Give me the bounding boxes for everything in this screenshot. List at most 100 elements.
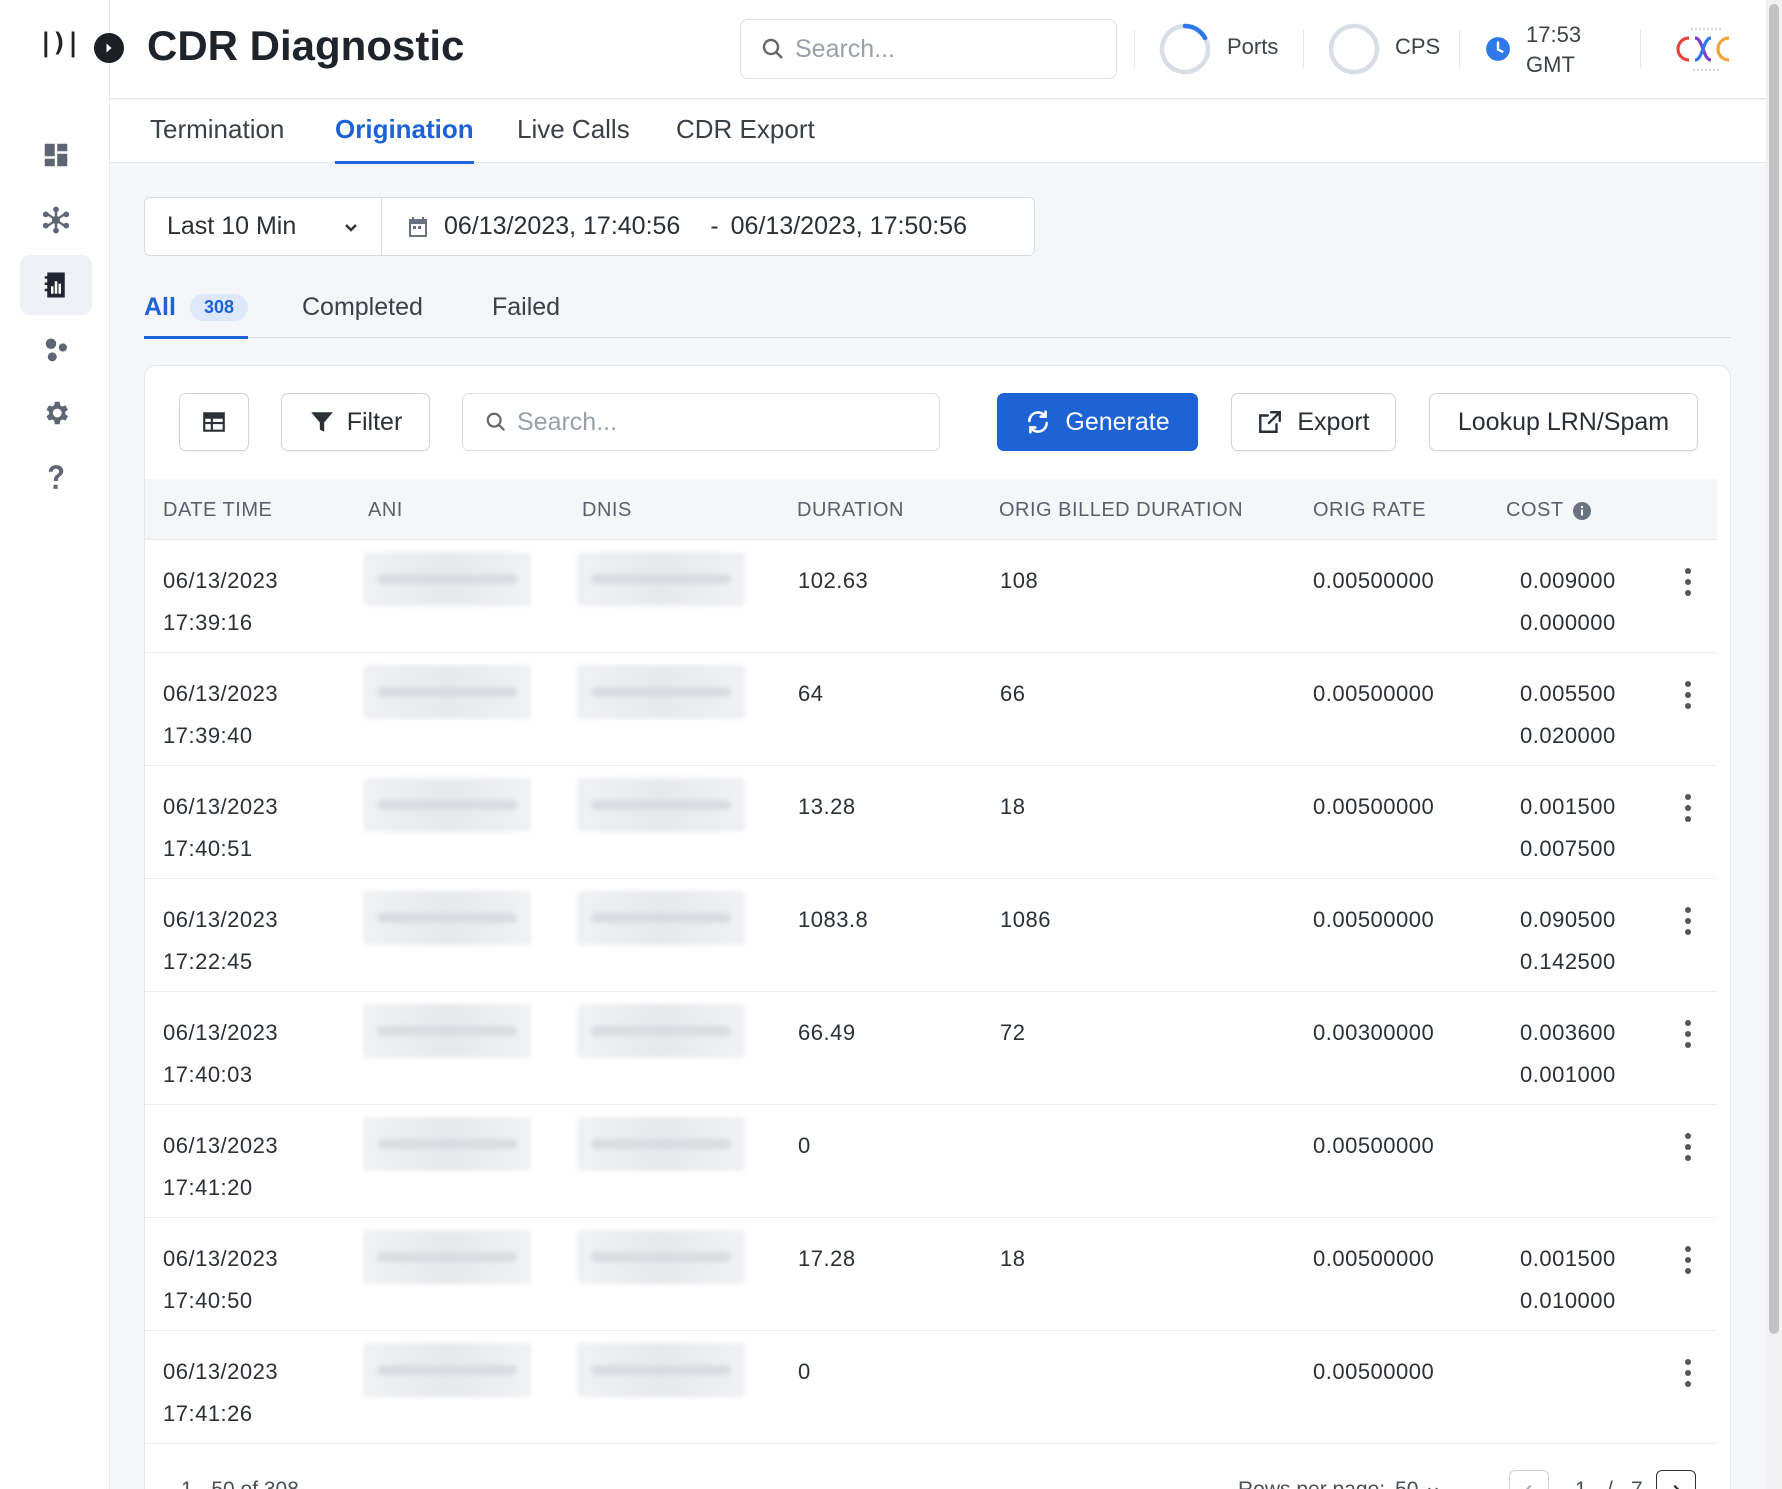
rate-cell: 0.00500000 bbox=[1313, 794, 1435, 819]
cost-cell: 0.090500 0.142500 bbox=[1520, 899, 1616, 983]
col-ani[interactable]: ANI bbox=[368, 499, 403, 522]
tab-live-calls[interactable]: Live Calls bbox=[517, 114, 630, 161]
duration-cell: 13.28 bbox=[798, 794, 856, 819]
date-value: 06/13/2023 bbox=[163, 1020, 279, 1045]
row-actions-button[interactable] bbox=[1673, 1353, 1703, 1393]
tab-origination[interactable]: Origination bbox=[335, 114, 474, 164]
table-search-input[interactable] bbox=[517, 407, 917, 437]
col-cost[interactable]: COST bbox=[1506, 499, 1592, 522]
duration-cell: 66.49 bbox=[798, 1020, 856, 1045]
col-cost-label: COST bbox=[1506, 499, 1564, 521]
col-orig-rate[interactable]: ORIG RATE bbox=[1313, 499, 1426, 522]
rate-cell: 0.00500000 bbox=[1313, 1246, 1435, 1271]
range-preset-select[interactable]: Last 10 Min bbox=[145, 198, 382, 255]
settings-icon[interactable] bbox=[20, 383, 92, 443]
date-value: 06/13/2023 bbox=[163, 907, 279, 932]
ports-label: Ports bbox=[1227, 34, 1279, 59]
cost-value: 0.003600 bbox=[1520, 1020, 1616, 1045]
date-value: 06/13/2023 bbox=[163, 1359, 279, 1384]
range-dates[interactable]: 06/13/2023, 17:40:56 - 06/13/2023, 17:50… bbox=[382, 212, 967, 241]
cps-label: CPS bbox=[1395, 34, 1441, 59]
table-icon bbox=[203, 412, 225, 432]
table-row[interactable]: 06/13/2023 17:41:20 0 0.00500000 bbox=[145, 1105, 1717, 1218]
table-row[interactable]: 06/13/2023 17:40:50 17.28 18 0.00500000 0… bbox=[145, 1218, 1717, 1331]
rate-cell: 0.00500000 bbox=[1313, 1133, 1435, 1158]
col-duration[interactable]: DURATION bbox=[797, 499, 904, 522]
tab-cdr-export[interactable]: CDR Export bbox=[676, 114, 815, 161]
date-time-cell: 06/13/2023 17:22:45 bbox=[163, 899, 278, 983]
help-icon[interactable] bbox=[20, 447, 92, 507]
network-icon[interactable] bbox=[20, 190, 92, 250]
cps-gauge-icon bbox=[1328, 23, 1380, 75]
time-value: 17:22:45 bbox=[163, 949, 253, 974]
table-row[interactable]: 06/13/2023 17:41:26 0 0.00500000 bbox=[145, 1331, 1717, 1444]
rows-per-page-label: Rows per page: bbox=[1238, 1478, 1385, 1489]
row-actions-button[interactable] bbox=[1673, 901, 1703, 941]
duration-cell: 1083.8 bbox=[798, 907, 869, 932]
external-link-icon bbox=[1259, 411, 1282, 433]
brand-logo[interactable]: |)| bbox=[38, 28, 81, 58]
row-actions-button[interactable] bbox=[1673, 1127, 1703, 1167]
row-actions-button[interactable] bbox=[1673, 562, 1703, 602]
table-row[interactable]: 06/13/2023 17:39:40 64 66 0.00500000 0.00… bbox=[145, 653, 1717, 766]
range-end: 06/13/2023, 17:50:56 bbox=[730, 212, 967, 240]
tab-all[interactable]: All 308 bbox=[144, 293, 248, 339]
reports-icon[interactable] bbox=[20, 255, 92, 315]
col-orig-billed-duration[interactable]: ORIG BILLED DURATION bbox=[999, 499, 1243, 522]
row-actions-button[interactable] bbox=[1673, 675, 1703, 715]
chevron-left-icon bbox=[1525, 1484, 1532, 1489]
total-pages: 7 bbox=[1631, 1478, 1643, 1489]
refresh-icon bbox=[1028, 410, 1049, 434]
scrollbar-thumb[interactable] bbox=[1769, 4, 1779, 1334]
col-date-time[interactable]: DATE TIME bbox=[163, 499, 272, 522]
table-row[interactable]: 06/13/2023 17:22:45 1083.8 1086 0.0050000… bbox=[145, 879, 1717, 992]
cost-secondary-value: 0.142500 bbox=[1520, 949, 1616, 974]
cost-value: 0.009000 bbox=[1520, 568, 1616, 593]
filter-button[interactable]: Filter bbox=[281, 393, 430, 451]
duration-cell: 0 bbox=[798, 1133, 811, 1158]
more-vertical-icon bbox=[1685, 1020, 1691, 1048]
org-logo[interactable] bbox=[1675, 24, 1737, 74]
tab-termination[interactable]: Termination bbox=[150, 114, 284, 161]
ani-redacted bbox=[363, 778, 531, 832]
global-search[interactable] bbox=[740, 19, 1117, 79]
row-actions-button[interactable] bbox=[1673, 788, 1703, 828]
prev-page-button[interactable] bbox=[1509, 1470, 1549, 1489]
clusters-icon[interactable] bbox=[20, 320, 92, 380]
table-row[interactable]: 06/13/2023 17:40:03 66.49 72 0.00300000 0… bbox=[145, 992, 1717, 1105]
cost-value: 0.005500 bbox=[1520, 681, 1616, 706]
rows-per-page-select[interactable]: Rows per page: 50 bbox=[1238, 1478, 1440, 1489]
row-actions-button[interactable] bbox=[1673, 1240, 1703, 1280]
table-search[interactable] bbox=[462, 393, 940, 451]
dnis-redacted bbox=[577, 891, 745, 945]
sidebar: |)| bbox=[0, 0, 110, 1489]
global-search-input[interactable] bbox=[795, 34, 1095, 64]
table-row[interactable]: 06/13/2023 17:39:16 102.63 108 0.00500000… bbox=[145, 540, 1717, 653]
tab-completed[interactable]: Completed bbox=[302, 293, 423, 336]
info-icon[interactable] bbox=[1572, 501, 1592, 521]
current-page: 1 bbox=[1575, 1478, 1587, 1489]
dnis-redacted bbox=[577, 1117, 745, 1171]
next-page-button[interactable] bbox=[1656, 1470, 1696, 1489]
dnis-redacted bbox=[577, 1004, 745, 1058]
column-settings-button[interactable] bbox=[179, 393, 249, 451]
col-dnis[interactable]: DNIS bbox=[582, 499, 632, 522]
collapse-sidebar-button[interactable] bbox=[94, 33, 124, 63]
cost-secondary-value: 0.007500 bbox=[1520, 836, 1616, 861]
row-actions-button[interactable] bbox=[1673, 1014, 1703, 1054]
divider bbox=[1134, 30, 1135, 68]
more-vertical-icon bbox=[1685, 1359, 1691, 1387]
lookup-lrn-spam-button[interactable]: Lookup LRN/Spam bbox=[1429, 393, 1698, 451]
generate-button[interactable]: Generate bbox=[997, 393, 1198, 451]
page-scrollbar[interactable] bbox=[1766, 0, 1782, 1489]
rate-cell: 0.00500000 bbox=[1313, 1359, 1435, 1384]
table-row[interactable]: 06/13/2023 17:40:51 13.28 18 0.00500000 0… bbox=[145, 766, 1717, 879]
tab-failed[interactable]: Failed bbox=[492, 293, 560, 336]
duration-cell: 0 bbox=[798, 1359, 811, 1384]
cost-secondary-value: 0.000000 bbox=[1520, 610, 1616, 635]
table-header: DATE TIME ANI DNIS DURATION ORIG BILLED … bbox=[145, 479, 1717, 540]
export-button[interactable]: Export bbox=[1231, 393, 1396, 451]
dashboard-icon[interactable] bbox=[20, 125, 92, 185]
export-button-label: Export bbox=[1297, 407, 1370, 436]
chevron-down-icon bbox=[345, 223, 357, 232]
